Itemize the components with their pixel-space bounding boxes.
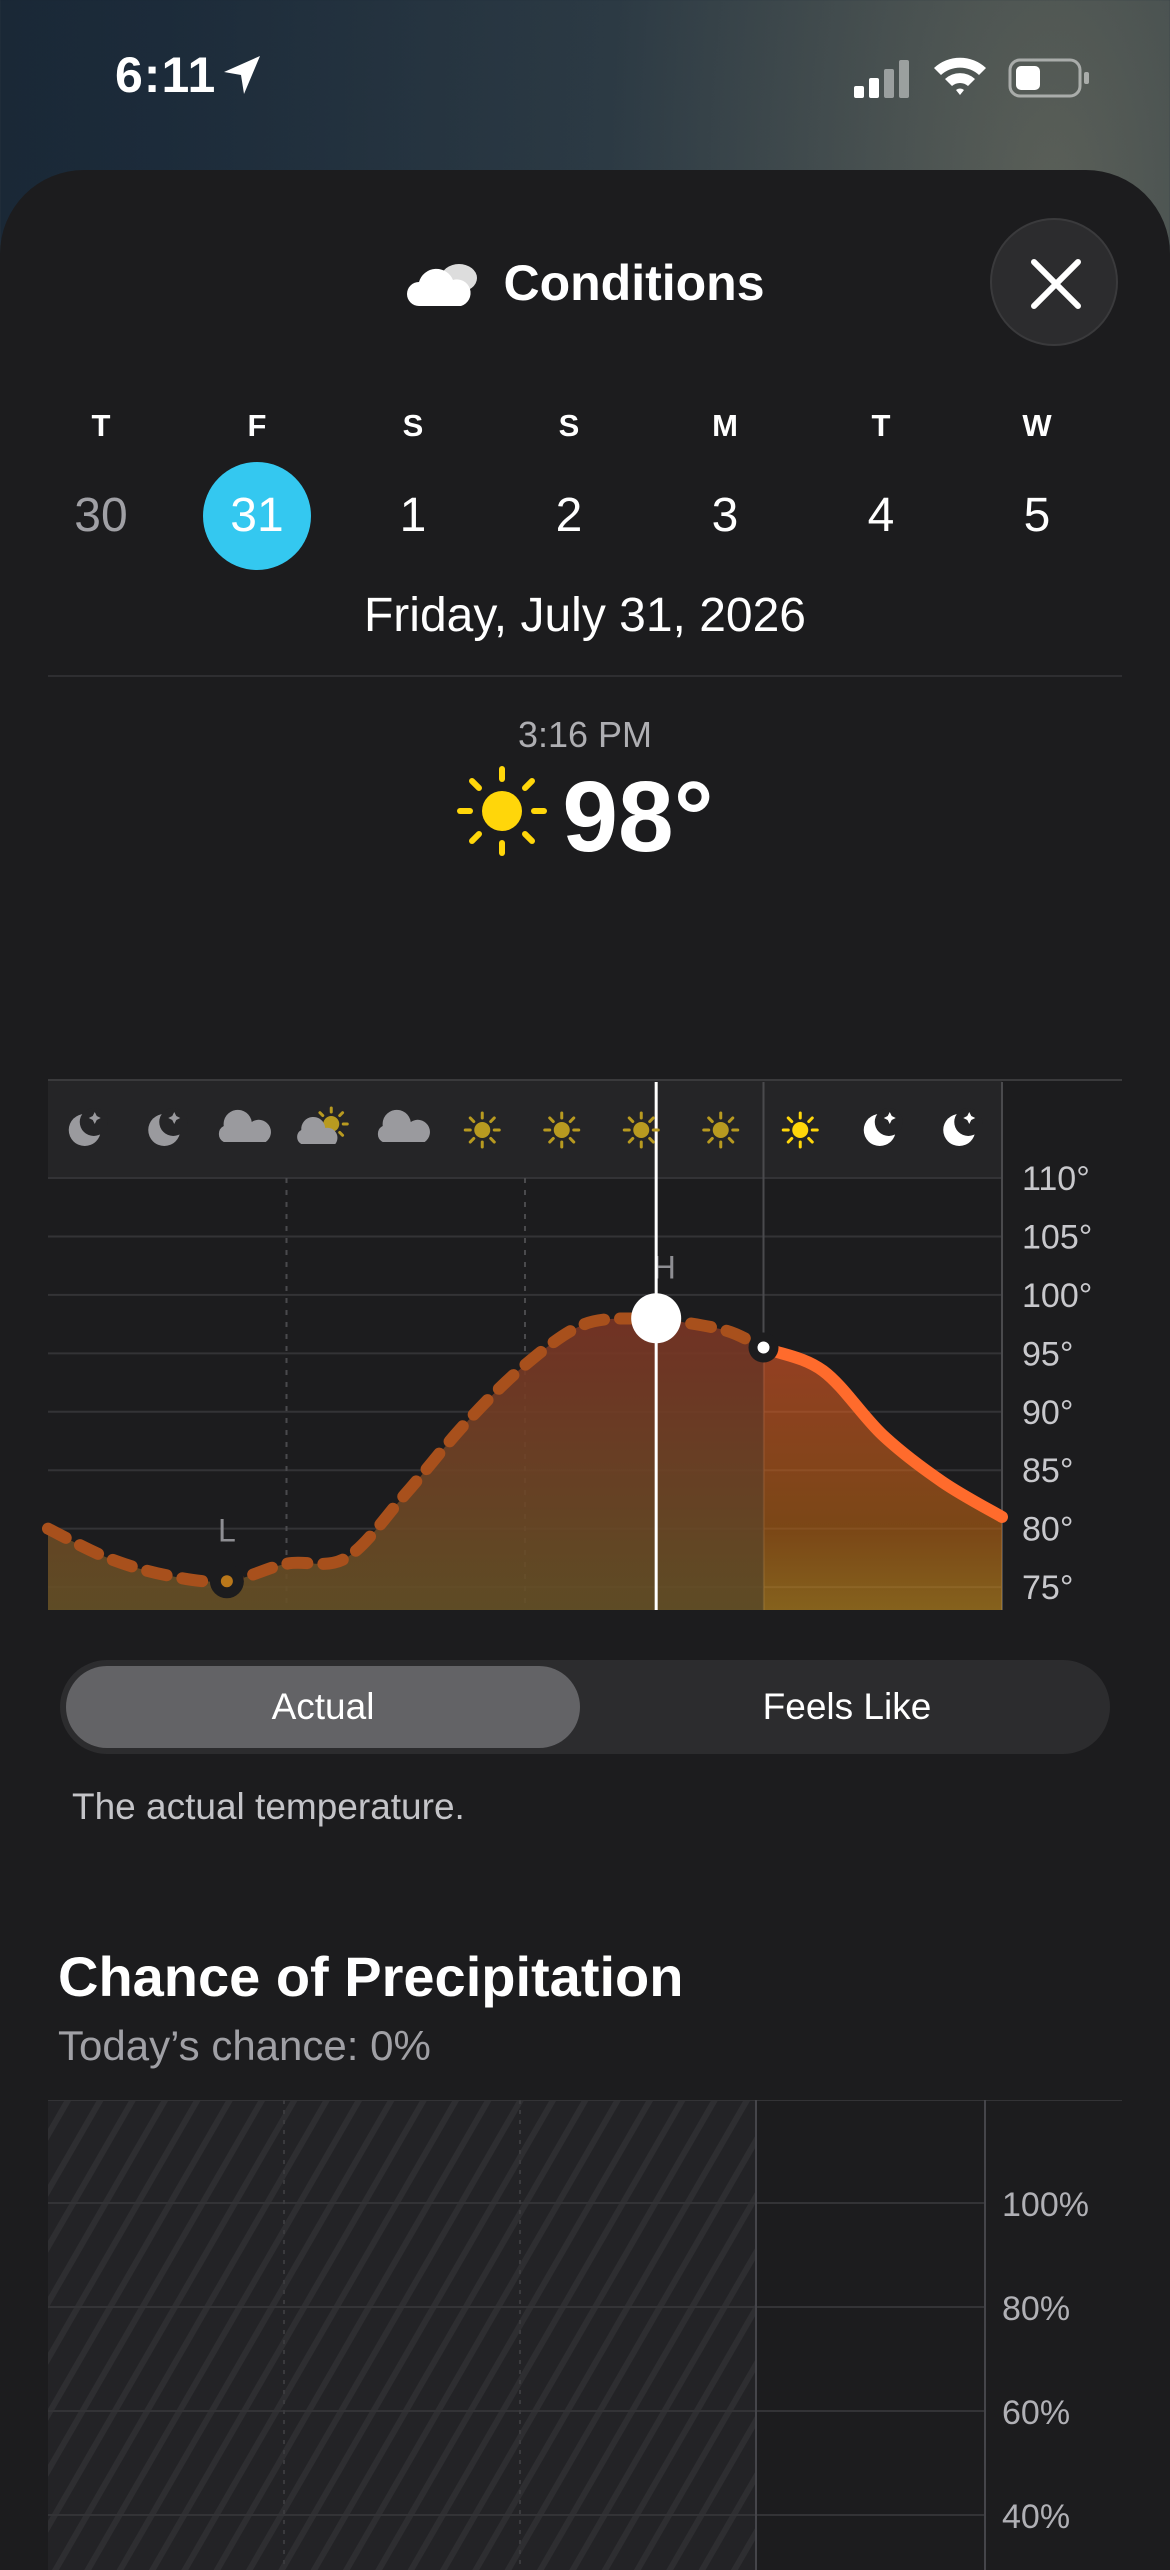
day-number: 2 [555,489,583,542]
day-item[interactable]: T 4 [826,408,936,570]
day-item-selected[interactable]: F 31 [202,408,312,570]
actual-segment[interactable]: Actual [66,1666,580,1748]
day-number: 31 [203,462,311,570]
day-letter: S [402,408,424,443]
y-tick-label: 110° [1022,1160,1090,1198]
day-letter: M [712,408,738,443]
day-number: 4 [867,489,895,542]
precip-ytick: 100% [1002,2186,1089,2224]
day-letter: W [1022,408,1052,443]
precipitation-chart[interactable]: 100% 80% 60% 40% [0,2100,1170,2570]
cellular-signal-icon [854,60,909,98]
temperature-chart[interactable]: LH110°105°100°95°90°85°80°75°70°65°12AM6… [0,910,1170,1610]
precip-ytick: 40% [1002,2498,1070,2536]
day-item[interactable]: S 1 [358,408,468,570]
current-temp-value: 98° [562,761,714,873]
close-button[interactable] [990,218,1118,346]
precip-ytick: 80% [1002,2290,1070,2328]
battery-icon [1008,58,1089,98]
sun-icon [457,766,548,856]
forecast-start-dot [757,1341,770,1354]
past-hours-hatch [48,2100,756,2570]
current-temperature: 98° [0,760,1170,875]
status-bar: 6:11 [0,0,1170,160]
y-tick-label: 90° [1022,1394,1073,1432]
day-letter: F [247,408,267,443]
day-item[interactable]: S 2 [514,408,624,570]
selected-date: Friday, July 31, 2026 [363,589,806,642]
feels-like-segment[interactable]: Feels Like [590,1666,1104,1748]
divider [48,675,1122,677]
precipitation-title: Chance of Precipitation [58,1945,684,2008]
day-number: 5 [1023,489,1051,542]
low-marker [220,1575,233,1588]
y-tick-label: 80° [1022,1511,1073,1549]
day-letter: T [871,408,891,443]
hourly-icon-band [48,1080,1002,1178]
day-number: 3 [711,489,739,542]
low-label: L [218,1512,236,1548]
day-number: 1 [399,489,427,542]
day-item[interactable]: T 30 [46,408,156,570]
current-time: 3:16 PM [517,714,653,755]
y-tick-label: 75° [1022,1569,1073,1607]
location-arrow-icon [224,56,260,94]
day-item[interactable]: M 3 [670,408,780,570]
status-time: 6:11 [115,47,217,103]
precip-ytick: 60% [1002,2394,1070,2432]
day-item[interactable]: W 5 [982,408,1092,570]
y-tick-label: 100° [1022,1277,1092,1315]
sheet-title: Conditions [503,255,765,311]
chart-description: The actual temperature. [72,1786,465,1827]
day-number: 30 [74,489,128,542]
cloud-icon [407,264,478,306]
day-letter: T [91,408,111,443]
day-letter: S [558,408,580,443]
wifi-icon [934,57,986,95]
y-tick-label: 105° [1022,1218,1092,1256]
y-tick-label: 85° [1022,1452,1073,1490]
conditions-sheet: Conditions T 30 F 31 S 1 S 2 M 3 T 4 W 5… [0,170,1170,2570]
actual-feels-toggle: Actual Feels Like [60,1660,1110,1754]
y-tick-label: 95° [1022,1335,1073,1373]
scrubber-knob [631,1293,682,1344]
precipitation-subtitle: Today’s chance: 0% [58,2022,431,2069]
close-icon [1031,259,1081,309]
